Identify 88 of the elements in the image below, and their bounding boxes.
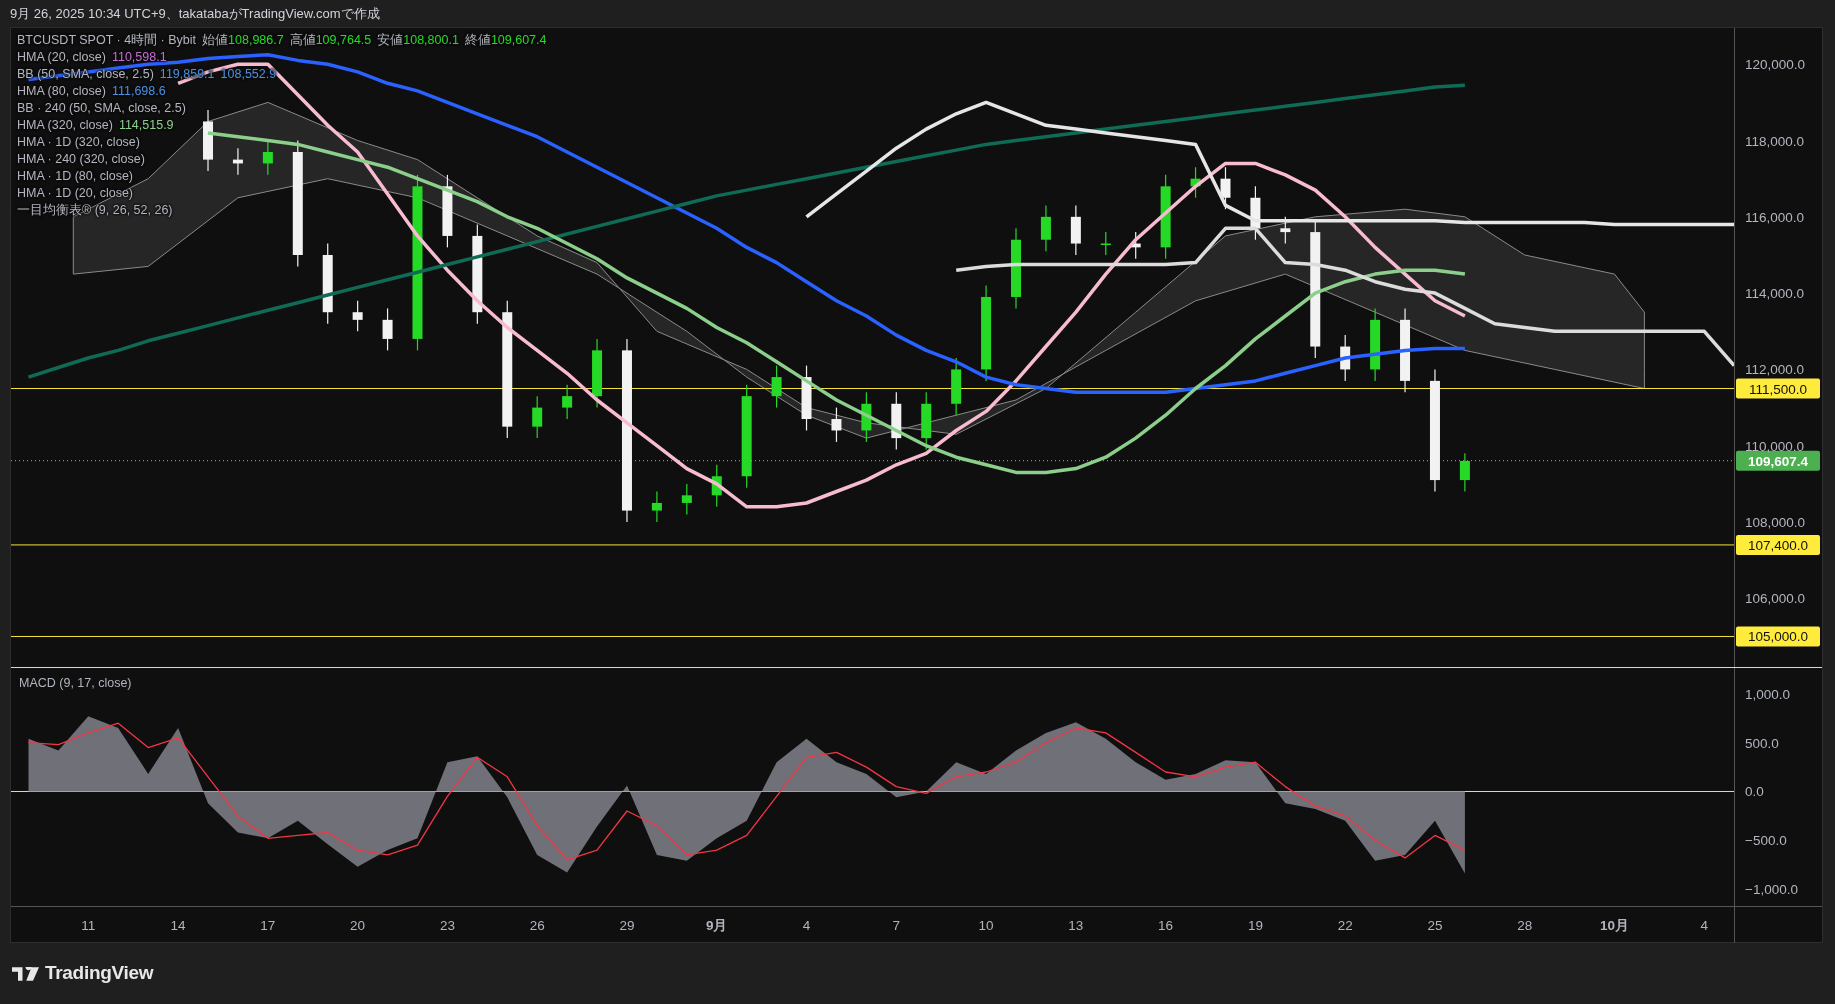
time-axis-label: 19 xyxy=(1247,918,1263,933)
candlestick xyxy=(1459,452,1470,493)
candlestick xyxy=(1130,231,1141,260)
candlestick xyxy=(681,483,692,515)
indicator-value: 108,552.9 xyxy=(220,66,277,83)
candlestick xyxy=(203,109,213,172)
candlestick xyxy=(801,365,812,432)
candlestick xyxy=(1070,204,1081,256)
ref-line-label: 105,000.0 xyxy=(1747,629,1809,645)
time-axis-label: 7 xyxy=(892,918,901,933)
time-axis-label: 9月 xyxy=(706,918,728,933)
time-axis-label: 11 xyxy=(81,918,96,933)
time-axis-label: 13 xyxy=(1068,918,1084,933)
time-axis-label: 4 xyxy=(802,918,811,933)
indicator-label: HMA · 240 (320, close) xyxy=(17,151,145,168)
time-axis-label: 22 xyxy=(1337,918,1353,933)
price-axis-label: −500.0 xyxy=(1745,833,1787,849)
candlestick xyxy=(1340,334,1351,382)
price-axis-label: −1,000.0 xyxy=(1745,882,1798,898)
ref-line-label: 111,500.0 xyxy=(1748,381,1808,397)
time-axis-label: 26 xyxy=(529,918,545,933)
indicator-label: HMA · 1D (80, close) xyxy=(17,168,133,185)
price-axis-label: 118,000.0 xyxy=(1745,133,1805,149)
price-level-label: 111,500.0 xyxy=(1736,378,1820,399)
chart-caption: 9月 26, 2025 10:34 UTC+9、takatabaがTradingView.comで作成 xyxy=(9,5,381,23)
price-axis-label: 108,000.0 xyxy=(1745,515,1806,531)
price-level-label: 105,000.0 xyxy=(1736,626,1820,647)
time-axis-label: 20 xyxy=(350,918,366,933)
indicator-label: HMA (320, close) xyxy=(17,117,113,134)
candlestick xyxy=(891,391,902,451)
time-axis-label: 28 xyxy=(1517,918,1533,933)
candlestick xyxy=(1250,185,1261,241)
symbol-title: BTCUSDT SPOT · 4時間 · Bybit xyxy=(17,32,197,49)
indicator-label: HMA · 1D (320, close) xyxy=(17,134,140,151)
price-axis-label: 106,000.0 xyxy=(1745,591,1806,607)
candlestick xyxy=(532,395,543,439)
indicator-value: 111,698.6 xyxy=(111,83,166,100)
indicator-value: 114,515.9 xyxy=(118,117,174,134)
time-axis-label: 17 xyxy=(260,918,276,933)
price-axis-label: 114,000.0 xyxy=(1745,286,1805,302)
price-axis-label: 1,000.0 xyxy=(1745,686,1791,702)
indicator-label: HMA · 1D (20, close) xyxy=(17,185,133,202)
time-axis-label: 14 xyxy=(170,918,186,933)
candlestick xyxy=(1220,166,1231,210)
indicator-label: BB · 240 (50, SMA, close, 2.5) xyxy=(17,100,186,117)
indicator-label: MACD (9, 17, close) xyxy=(19,675,132,692)
candlestick xyxy=(831,407,842,443)
candlestick xyxy=(352,300,363,332)
candlestick xyxy=(711,464,722,508)
time-axis-label: 10 xyxy=(978,918,994,933)
time-axis-label: 10月 xyxy=(1600,918,1630,933)
ohlc-value: 安値108,800.1 xyxy=(377,32,459,49)
time-axis-label: 23 xyxy=(439,918,455,933)
candlestick xyxy=(861,391,872,443)
indicator-value: 110,598.1 xyxy=(111,49,167,66)
time-axis-label: 4 xyxy=(1700,918,1709,933)
indicator-label: HMA (80, close) xyxy=(17,83,106,100)
candlestick xyxy=(382,307,393,351)
candlestick xyxy=(1100,231,1111,256)
indicator-label: 一目均衡表® (9, 26, 52, 26) xyxy=(17,202,173,219)
ohlc-value: 始値108,986.7 xyxy=(202,32,284,49)
ohlc-value: 終値109,607.4 xyxy=(464,32,547,49)
ref-line-label: 107,400.0 xyxy=(1747,537,1809,553)
price-axis-label: 116,000.0 xyxy=(1745,209,1805,225)
logo-text: TradingView xyxy=(45,961,154,986)
price-level-label: 107,400.0 xyxy=(1736,534,1820,555)
time-axis-label: 25 xyxy=(1427,918,1443,933)
candlestick xyxy=(562,384,573,420)
candlestick xyxy=(262,139,273,176)
ohlc-value: 高値109,764.5 xyxy=(289,32,372,49)
candlestick xyxy=(1190,166,1201,199)
candlestick xyxy=(592,338,603,409)
candlestick xyxy=(771,365,782,409)
candlestick xyxy=(921,391,932,451)
candlestick xyxy=(1040,204,1051,252)
time-axis-label: 29 xyxy=(619,918,635,933)
ref-line-label: 109,607.4 xyxy=(1747,453,1809,469)
candlestick xyxy=(951,357,962,416)
time-axis-label: 16 xyxy=(1158,918,1174,933)
candlestick xyxy=(1280,216,1291,245)
price-axis-label: 112,000.0 xyxy=(1745,362,1805,378)
price-axis-label: 120,000.0 xyxy=(1745,57,1806,73)
candlestick xyxy=(232,147,243,176)
indicator-label: HMA (20, close) xyxy=(17,49,106,66)
candlestick xyxy=(651,490,662,523)
price-axis-label: 500.0 xyxy=(1745,735,1779,751)
logo-icon xyxy=(12,966,39,981)
price-axis-label: 0.0 xyxy=(1745,784,1764,800)
